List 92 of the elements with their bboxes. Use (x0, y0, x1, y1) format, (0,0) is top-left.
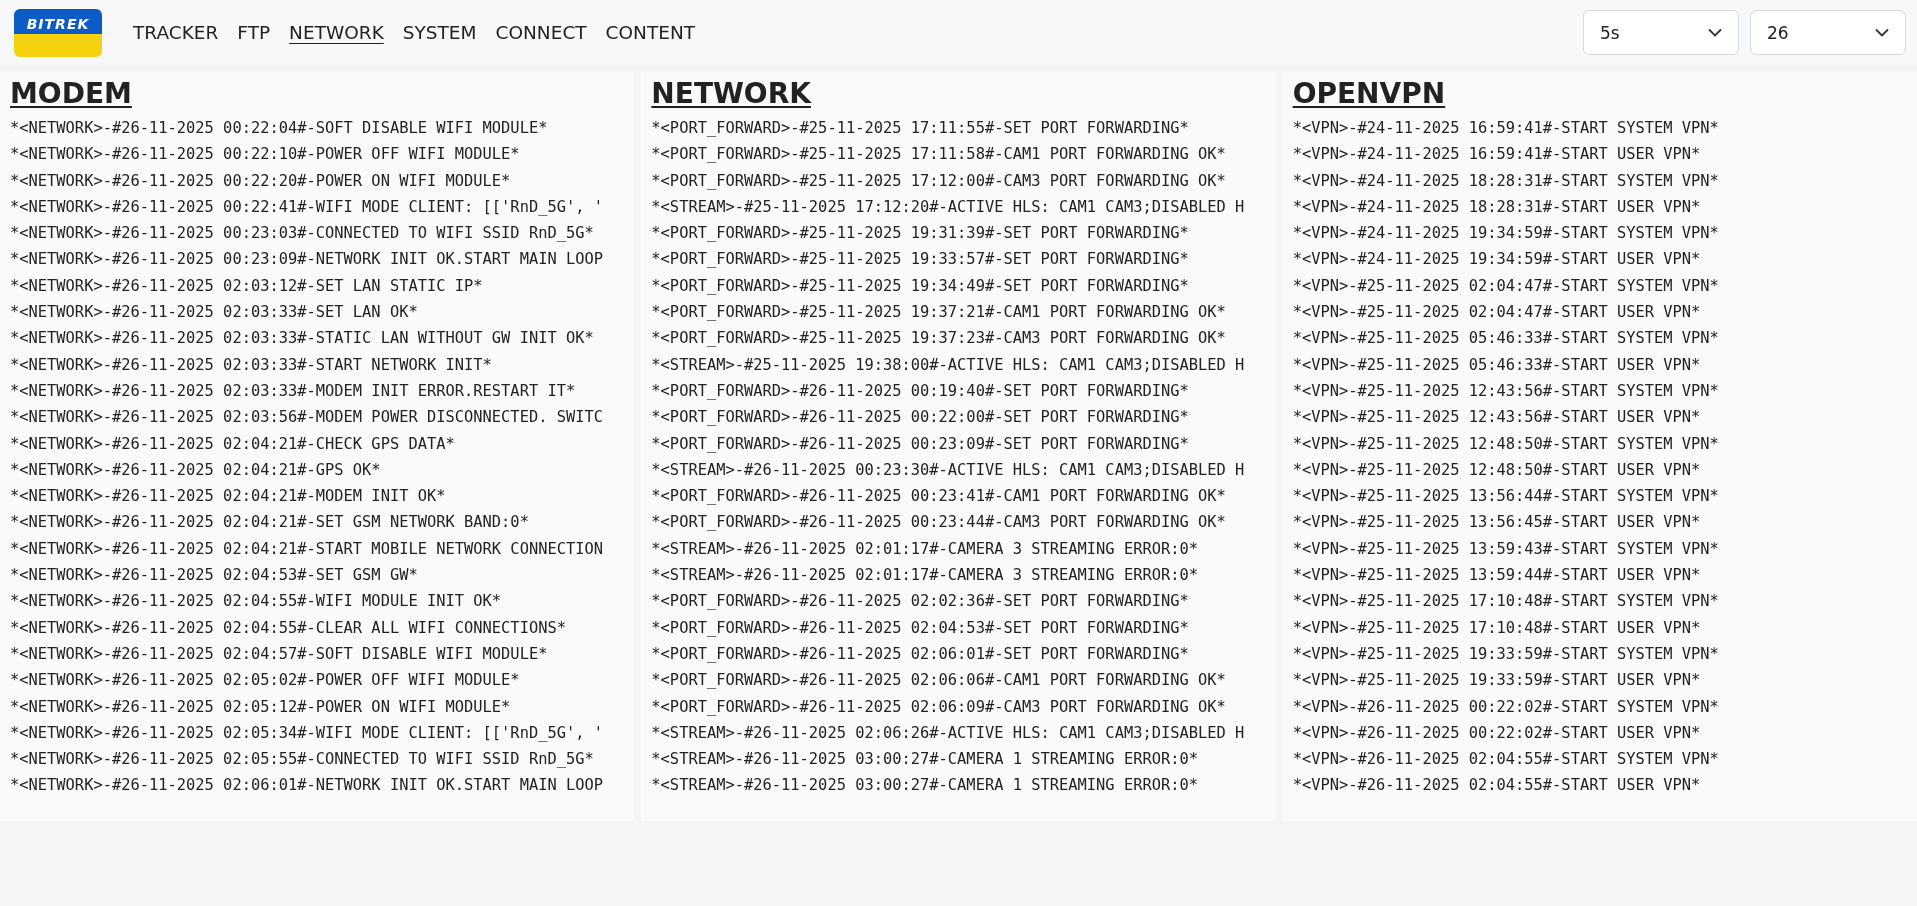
log-line: *<PORT_FORWARD>-#26-11-2025 02:06:01#-SET PORT FORWARDING* (651, 643, 1189, 665)
log-line: *<NETWORK>-#26-11-2025 00:22:10#-POWER OFF WIFI MODULE* (10, 144, 520, 166)
log-line: *<VPN>-#25-11-2025 13:59:43#-START SYSTEM VPN* (1292, 538, 1719, 560)
log-line: *<PORT_FORWARD>-#26-11-2025 00:23:44#-CAM3 PORT FORWARDING OK* (651, 512, 1226, 534)
log-line: *<NETWORK>-#26-11-2025 02:03:12#-SET LAN STATIC IP* (10, 275, 483, 297)
log-line: *<VPN>-#24-11-2025 16:59:41#-START SYSTEM VPN* (1292, 118, 1719, 139)
log-line: *<PORT_FORWARD>-#26-11-2025 00:23:09#-SET PORT FORWARDING* (651, 433, 1189, 455)
nav-tab[interactable]: FTP (237, 20, 271, 45)
logo: BITREK (14, 8, 102, 57)
log-line: *<PORT_FORWARD>-#26-11-2025 00:23:41#-CAM1 PORT FORWARDING OK* (651, 486, 1226, 508)
log-line: *<VPN>-#26-11-2025 02:04:55#-START USER VPN* (1292, 775, 1701, 797)
log-line: *<VPN>-#25-11-2025 02:04:47#-START SYSTEM VPN* (1292, 275, 1719, 297)
nav-tab[interactable]: SYSTEM (402, 20, 477, 45)
log-line: *<VPN>-#25-11-2025 12:43:56#-START USER VPN* (1292, 407, 1701, 429)
dropdown[interactable]: 5s (1583, 10, 1739, 55)
log-line: *<PORT_FORWARD>-#26-11-2025 00:22:00#-SET PORT FORWARDING* (651, 407, 1189, 429)
chevron-down-icon (1875, 28, 1889, 37)
log-line: *<VPN>-#25-11-2025 05:46:33#-START USER VPN* (1292, 354, 1701, 376)
log-line: *<VPN>-#24-11-2025 18:28:31#-START USER VPN* (1292, 196, 1701, 218)
log-line: *<VPN>-#25-11-2025 12:48:50#-START SYSTEM VPN* (1292, 433, 1719, 455)
log-line: *<STREAM>-#25-11-2025 19:38:00#-ACTIVE HLS: CAM1 CAM3;DISABLED H (651, 354, 1245, 376)
log-line: *<NETWORK>-#26-11-2025 02:03:33#-MODEM INIT ERROR.RESTART IT* (10, 380, 576, 402)
panel-title: MODEM (10, 76, 132, 112)
log-line: *<PORT_FORWARD>-#25-11-2025 19:33:57#-SET PORT FORWARDING* (651, 249, 1189, 271)
log-line: *<NETWORK>-#26-11-2025 02:04:57#-SOFT DISABLE WIFI MODULE* (10, 643, 548, 665)
log-line: *<NETWORK>-#26-11-2025 00:22:20#-POWER ON WIFI MODULE* (10, 170, 511, 192)
log-line: *<VPN>-#24-11-2025 19:34:59#-START USER VPN* (1292, 249, 1701, 271)
log-line: *<NETWORK>-#26-11-2025 02:04:21#-START MOBILE NETWORK CONNECTION (10, 538, 604, 560)
nav-tab[interactable]: NETWORK (289, 20, 384, 45)
log-line: *<VPN>-#25-11-2025 19:33:59#-START SYSTEM VPN* (1292, 643, 1719, 665)
log-line: *<NETWORK>-#26-11-2025 02:04:21#-GPS OK* (10, 459, 381, 481)
log-line: *<NETWORK>-#26-11-2025 00:22:41#-WIFI MODE CLIENT: [['RnD_5G', ' (10, 196, 604, 218)
log-line: *<STREAM>-#26-11-2025 02:01:17#-CAMERA 3 STREAMING ERROR:0* (651, 538, 1199, 560)
log-line: *<NETWORK>-#26-11-2025 02:05:55#-CONNECTED TO WIFI SSID RnD_5G* (10, 749, 594, 771)
log-line: *<VPN>-#25-11-2025 13:59:44#-START USER VPN* (1292, 565, 1701, 587)
panel-title: OPENVPN (1292, 76, 1446, 112)
log-line: *<STREAM>-#26-11-2025 03:00:27#-CAMERA 1 STREAMING ERROR:0* (651, 749, 1199, 771)
nav-tab[interactable]: CONTENT (605, 20, 696, 45)
log-line: *<VPN>-#26-11-2025 02:04:55#-START SYSTEM VPN* (1292, 749, 1719, 771)
log-line: *<STREAM>-#25-11-2025 17:12:20#-ACTIVE HLS: CAM1 CAM3;DISABLED H (651, 196, 1245, 218)
log-line: *<NETWORK>-#26-11-2025 02:05:34#-WIFI MODE CLIENT: [['RnD_5G', ' (10, 722, 604, 744)
log-line: *<PORT_FORWARD>-#25-11-2025 19:37:21#-CAM1 PORT FORWARDING OK* (651, 302, 1226, 324)
log-line: *<VPN>-#25-11-2025 12:43:56#-START SYSTEM VPN* (1292, 380, 1719, 402)
log-line: *<VPN>-#24-11-2025 18:28:31#-START SYSTEM VPN* (1292, 170, 1719, 192)
log-line: *<VPN>-#24-11-2025 16:59:41#-START USER VPN* (1292, 144, 1701, 166)
log-line: *<PORT_FORWARD>-#26-11-2025 02:06:06#-CAM1 PORT FORWARDING OK* (651, 670, 1226, 692)
log-line: *<PORT_FORWARD>-#26-11-2025 02:02:36#-SET PORT FORWARDING* (651, 591, 1189, 613)
log-line: *<STREAM>-#26-11-2025 00:23:30#-ACTIVE HLS: CAM1 CAM3;DISABLED H (651, 459, 1245, 481)
log-line: *<NETWORK>-#26-11-2025 00:22:04#-SOFT DISABLE WIFI MODULE* (10, 118, 548, 139)
log-line: *<STREAM>-#26-11-2025 03:00:27#-CAMERA 1 STREAMING ERROR:0* (651, 775, 1199, 797)
log-line: *<NETWORK>-#26-11-2025 02:04:55#-WIFI MODULE INIT OK* (10, 591, 502, 613)
log-line: *<NETWORK>-#26-11-2025 02:04:21#-CHECK GPS DATA* (10, 433, 455, 455)
log-line: *<VPN>-#25-11-2025 02:04:47#-START USER VPN* (1292, 302, 1701, 324)
log-line: *<VPN>-#25-11-2025 17:10:48#-START SYSTEM VPN* (1292, 591, 1719, 613)
log-line: *<NETWORK>-#26-11-2025 02:06:01#-NETWORK INIT OK.START MAIN LOOP (10, 775, 604, 797)
log-line: *<PORT_FORWARD>-#25-11-2025 19:37:23#-CAM3 PORT FORWARDING OK* (651, 328, 1226, 350)
log-line: *<PORT_FORWARD>-#25-11-2025 17:12:00#-CAM3 PORT FORWARDING OK* (651, 170, 1226, 192)
log-line: *<VPN>-#25-11-2025 17:10:48#-START USER VPN* (1292, 617, 1701, 639)
log-line: *<PORT_FORWARD>-#26-11-2025 02:04:53#-SET PORT FORWARDING* (651, 617, 1189, 639)
log-line: *<NETWORK>-#26-11-2025 02:04:21#-MODEM INIT OK* (10, 486, 446, 508)
log-line: *<NETWORK>-#26-11-2025 00:23:03#-CONNECTED TO WIFI SSID RnD_5G* (10, 223, 594, 245)
log-line: *<VPN>-#25-11-2025 19:33:59#-START USER VPN* (1292, 670, 1701, 692)
log-line: *<VPN>-#25-11-2025 12:48:50#-START USER VPN* (1292, 459, 1701, 481)
panel-title: NETWORK (651, 76, 811, 112)
log-line: *<STREAM>-#26-11-2025 02:06:26#-ACTIVE HLS: CAM1 CAM3;DISABLED H (651, 722, 1245, 744)
log-line: *<VPN>-#25-11-2025 13:56:45#-START USER VPN* (1292, 512, 1701, 534)
log-line: *<NETWORK>-#26-11-2025 02:03:33#-START NETWORK INIT* (10, 354, 492, 376)
log-line: *<NETWORK>-#26-11-2025 00:23:09#-NETWORK INIT OK.START MAIN LOOP (10, 249, 604, 271)
log-line: *<VPN>-#25-11-2025 05:46:33#-START SYSTEM VPN* (1292, 328, 1719, 350)
log-line: *<VPN>-#24-11-2025 19:34:59#-START SYSTEM VPN* (1292, 223, 1719, 245)
log-line: *<PORT_FORWARD>-#26-11-2025 02:06:09#-CAM3 PORT FORWARDING OK* (651, 696, 1226, 718)
log-line: *<VPN>-#26-11-2025 00:22:02#-START SYSTEM VPN* (1292, 696, 1719, 718)
nav-tab[interactable]: TRACKER (133, 20, 219, 45)
log-line: *<NETWORK>-#26-11-2025 02:05:12#-POWER ON WIFI MODULE* (10, 696, 511, 718)
log-line: *<NETWORK>-#26-11-2025 02:03:33#-STATIC LAN WITHOUT GW INIT OK* (10, 328, 594, 350)
log-line: *<PORT_FORWARD>-#26-11-2025 00:19:40#-SET PORT FORWARDING* (651, 380, 1189, 402)
log-line: *<NETWORK>-#26-11-2025 02:04:21#-SET GSM NETWORK BAND:0* (10, 512, 529, 534)
log-line: *<PORT_FORWARD>-#25-11-2025 17:11:58#-CAM1 PORT FORWARDING OK* (651, 144, 1226, 166)
chevron-down-icon (1708, 28, 1722, 37)
log-line: *<NETWORK>-#26-11-2025 02:04:55#-CLEAR ALL WIFI CONNECTIONS* (10, 617, 566, 639)
log-line: *<STREAM>-#26-11-2025 02:01:17#-CAMERA 3 STREAMING ERROR:0* (651, 565, 1199, 587)
log-line: *<PORT_FORWARD>-#25-11-2025 19:31:39#-SET PORT FORWARDING* (651, 223, 1189, 245)
dropdown[interactable]: 26 (1750, 10, 1906, 55)
log-line: *<VPN>-#26-11-2025 00:22:02#-START USER VPN* (1292, 722, 1701, 744)
log-line: *<VPN>-#25-11-2025 13:56:44#-START SYSTEM VPN* (1292, 486, 1719, 508)
log-line: *<NETWORK>-#26-11-2025 02:03:33#-SET LAN OK* (10, 302, 418, 324)
nav-tab[interactable]: CONNECT (495, 20, 587, 45)
log-line: *<NETWORK>-#26-11-2025 02:05:02#-POWER OFF WIFI MODULE* (10, 670, 520, 692)
log-line: *<PORT_FORWARD>-#25-11-2025 17:11:55#-SET PORT FORWARDING* (651, 118, 1189, 139)
log-line: *<PORT_FORWARD>-#25-11-2025 19:34:49#-SET PORT FORWARDING* (651, 275, 1189, 297)
log-line: *<NETWORK>-#26-11-2025 02:04:53#-SET GSM GW* (10, 565, 418, 587)
log-line: *<NETWORK>-#26-11-2025 02:03:56#-MODEM POWER DISCONNECTED. SWITC (10, 407, 604, 429)
